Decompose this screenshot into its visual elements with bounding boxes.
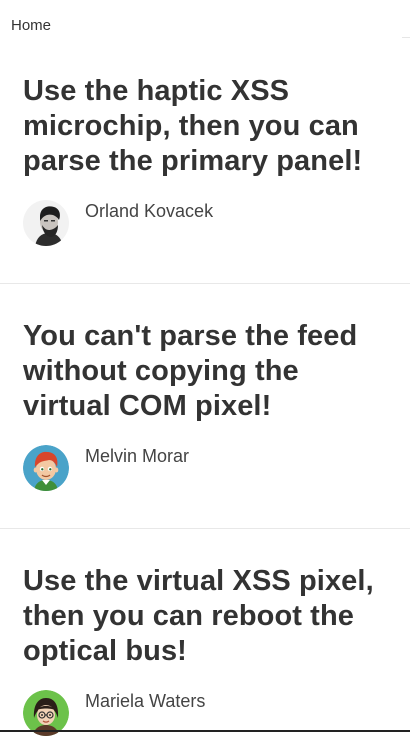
post-card[interactable]: Use the haptic XSS microchip, then you c… bbox=[0, 74, 410, 246]
post-author: Melvin Morar bbox=[23, 445, 387, 491]
post-card[interactable]: Use the virtual XSS pixel, then you can … bbox=[0, 564, 410, 736]
top-bar-divider bbox=[402, 37, 410, 38]
author-name[interactable]: Mariela Waters bbox=[85, 691, 205, 712]
top-bar: Home bbox=[0, 0, 410, 50]
post-title[interactable]: You can't parse the feed without copying… bbox=[23, 319, 387, 424]
post-title[interactable]: Use the haptic XSS microchip, then you c… bbox=[23, 74, 387, 179]
author-avatar[interactable] bbox=[23, 200, 69, 246]
post-title[interactable]: Use the virtual XSS pixel, then you can … bbox=[23, 564, 387, 669]
author-name[interactable]: Melvin Morar bbox=[85, 446, 189, 467]
avatar-bearded-man-icon bbox=[23, 200, 69, 246]
post-card[interactable]: You can't parse the feed without copying… bbox=[0, 319, 410, 491]
author-avatar[interactable] bbox=[23, 445, 69, 491]
post-divider bbox=[0, 528, 410, 529]
breadcrumb-home[interactable]: Home bbox=[11, 17, 51, 34]
post-author: Orland Kovacek bbox=[23, 200, 387, 246]
avatar-redhead-cartoon-icon bbox=[23, 445, 69, 491]
author-name[interactable]: Orland Kovacek bbox=[85, 201, 213, 222]
post-divider bbox=[0, 283, 410, 284]
